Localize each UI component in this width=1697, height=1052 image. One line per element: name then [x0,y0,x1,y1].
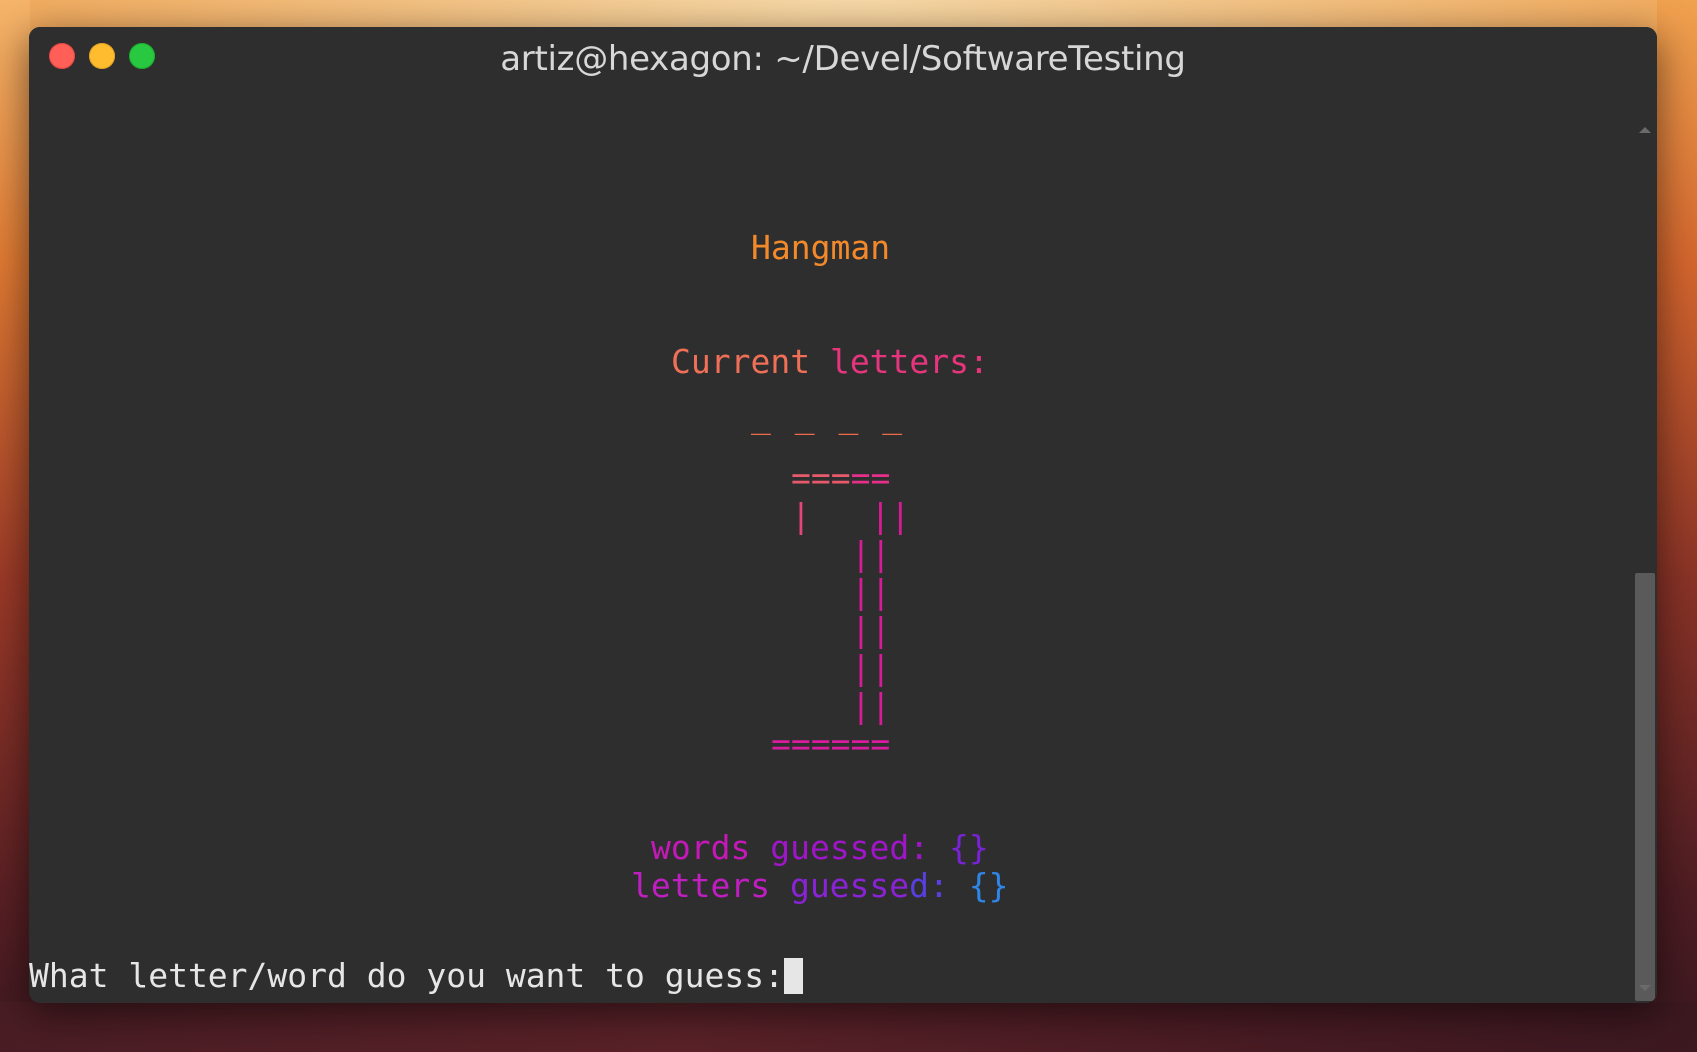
scroll-up-arrow-icon[interactable] [1639,127,1651,133]
desktop-wallpaper-right [1657,0,1697,1052]
words-guessed-value: {} [929,828,989,867]
gallows-rope-row: | || [791,497,910,535]
current-letters-label-part-2: letters: [810,342,989,381]
gallows-pole-segment: || [851,572,891,611]
words-guessed-line: words guessed: {} [651,829,989,867]
letters-guessed-part-1: letters [631,866,771,905]
vertical-scrollbar[interactable] [1633,87,1657,1003]
gallows-pole-segment: || [810,496,911,535]
gallows-top-beam: ===== [791,459,890,497]
gallows-pole-segment: || [851,610,891,649]
gallows-pole-segment: || [851,686,891,725]
game-title: Hangman [751,228,891,267]
gallows-rope: | [791,496,811,535]
letters-guessed-part-3: d: [909,866,949,905]
letters-guessed-line: letters guessed: {} [631,867,1009,905]
guess-prompt-line[interactable]: What letter/word do you want to guess: [29,957,803,995]
words-guessed-part-1: words [651,828,751,867]
gallows-top-beam-right: == [850,458,891,497]
letters-guessed-value: {} [948,866,1009,905]
guess-prompt: What letter/word do you want to guess: [29,956,784,995]
current-letters-label-part-1: Current [671,342,811,381]
words-guessed-part-2: guessed: [750,828,930,867]
gallows-base: ====== [771,724,891,763]
terminal-window: artiz@hexagon: ~/Devel/SoftwareTesting H… [29,27,1657,1003]
word-blanks: _ _ _ _ [751,396,905,435]
desktop-wallpaper-left [0,0,30,1052]
gallows-top-beam-left: === [791,458,851,497]
text-cursor[interactable] [783,958,803,994]
scroll-down-arrow-icon[interactable] [1639,985,1651,991]
terminal-output[interactable]: Hangman Current letters: _ _ _ _ ===== |… [29,87,1629,1003]
title-bar[interactable]: artiz@hexagon: ~/Devel/SoftwareTesting [29,27,1657,87]
gallows-pole-segment: || [851,534,891,573]
desktop-wallpaper-bottom [0,1002,1697,1052]
gallows-pole-segment: || [851,648,891,687]
scrollbar-thumb[interactable] [1635,573,1655,1001]
letters-guessed-part-2: guesse [770,866,910,905]
current-letters-label: Current letters: [671,343,989,381]
window-title: artiz@hexagon: ~/Devel/SoftwareTesting [500,39,1186,79]
